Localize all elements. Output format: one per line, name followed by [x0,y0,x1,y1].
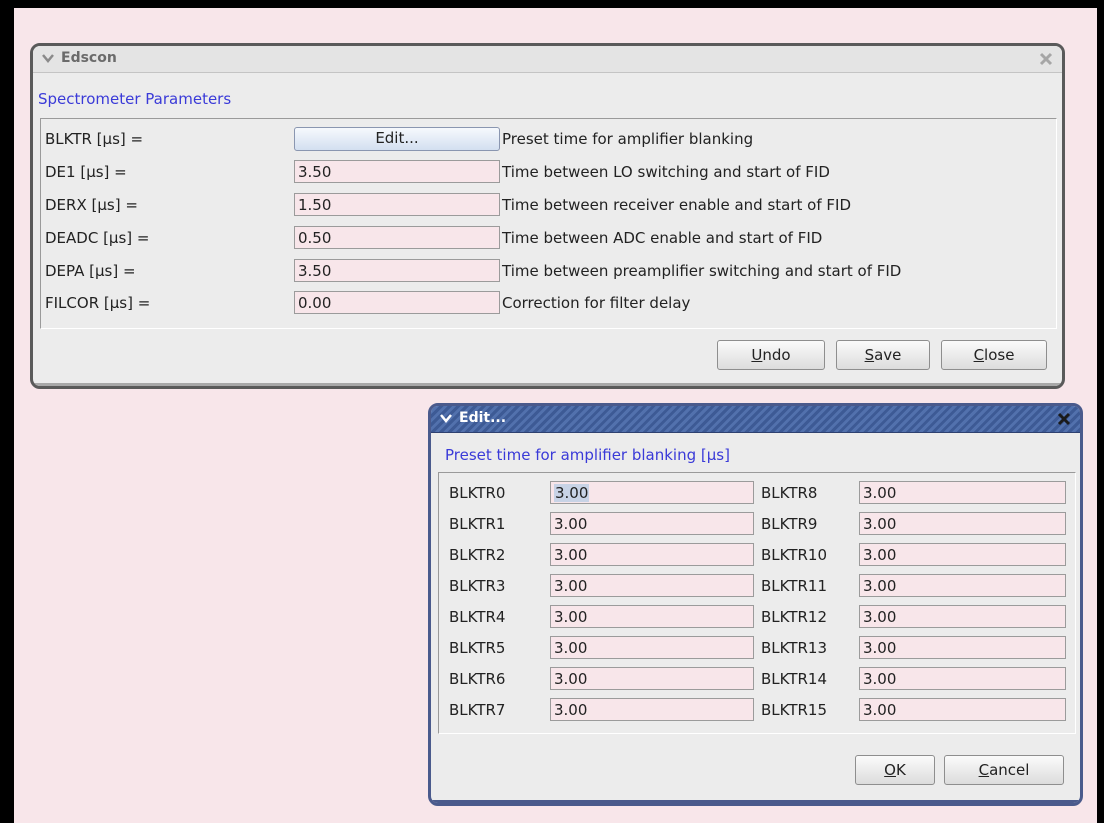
blktr-panel: BLKTR0 3.00 BLKTR1 3.00 BLKTR2 3.00 BLKT… [438,472,1076,734]
blktr11-field[interactable]: 3.00 [859,574,1066,597]
close-button[interactable]: Close [941,340,1047,370]
blktr2-field[interactable]: 3.00 [550,543,754,566]
blktr0-label: BLKTR0 [449,484,506,502]
blktr12-label: BLKTR12 [761,608,827,626]
ok-label: K [895,761,906,779]
blktr1-field[interactable]: 3.00 [550,512,754,535]
screen-frame-top [0,0,1104,8]
blktr5-field[interactable]: 3.00 [550,636,754,659]
blktr14-field[interactable]: 3.00 [859,667,1066,690]
section-title: Spectrometer Parameters [38,90,232,108]
chevron-down-icon[interactable] [439,411,453,425]
filcor-field[interactable]: 0.00 [294,291,500,314]
deadc-field[interactable]: 0.50 [294,226,500,249]
param-desc-de1: Time between LO switching and start of F… [502,163,830,181]
ok-button[interactable]: OK [855,755,935,785]
undo-button[interactable]: Undo [717,340,825,370]
edscon-title-bar[interactable]: Edscon [33,46,1062,73]
cancel-label: ancel [989,761,1030,779]
blktr4-label: BLKTR4 [449,608,506,626]
blktr11-label: BLKTR11 [761,577,827,595]
blktr10-label: BLKTR10 [761,546,827,564]
edit-dialog: Edit... Preset time for amplifier blanki… [428,403,1083,806]
undo-label: ndo [762,346,791,364]
close-icon[interactable] [1056,411,1072,427]
blktr6-label: BLKTR6 [449,670,506,688]
blktr10-field[interactable]: 3.00 [859,543,1066,566]
blktr12-field[interactable]: 3.00 [859,605,1066,628]
param-desc-derx: Time between receiver enable and start o… [502,196,851,214]
blktr7-label: BLKTR7 [449,701,506,719]
close-mnemonic: C [973,346,985,364]
parameters-panel: BLKTR [µs] = Edit... Preset time for amp… [40,118,1057,329]
screen-frame-left [0,0,14,823]
blktr6-field[interactable]: 3.00 [550,667,754,690]
param-label-depa: DEPA [µs] = [45,262,136,280]
cancel-mnemonic: C [978,761,990,779]
blktr14-label: BLKTR14 [761,670,827,688]
dialog-title: Edit... [459,410,507,426]
depa-field[interactable]: 3.50 [294,259,500,282]
derx-field[interactable]: 1.50 [294,193,500,216]
param-desc-blktr: Preset time for amplifier blanking [502,130,754,148]
param-label-de1: DE1 [µs] = [45,163,127,181]
blktr2-label: BLKTR2 [449,546,506,564]
close-label: lose [984,346,1015,364]
blktr0-field[interactable]: 3.00 [550,481,754,504]
blktr15-field[interactable]: 3.00 [859,698,1066,721]
edit-dialog-title-bar[interactable]: Edit... [431,406,1080,433]
blktr8-label: BLKTR8 [761,484,818,502]
selected-text: 3.00 [554,484,590,502]
blktr15-label: BLKTR15 [761,701,827,719]
edit-button[interactable]: Edit... [294,127,500,151]
param-desc-deadc: Time between ADC enable and start of FID [502,229,823,247]
window-title: Edscon [61,50,117,66]
blktr7-field[interactable]: 3.00 [550,698,754,721]
param-label-blktr: BLKTR [µs] = [45,130,144,148]
window-bottom-edge [33,383,1062,386]
save-button[interactable]: Save [836,340,930,370]
edscon-window: Edscon Spectrometer Parameters BLKTR [µs… [30,43,1065,389]
cancel-button[interactable]: Cancel [944,755,1064,785]
close-icon[interactable] [1038,51,1054,67]
blktr9-label: BLKTR9 [761,515,818,533]
ok-mnemonic: O [884,761,896,779]
param-label-derx: DERX [µs] = [45,196,138,214]
blktr3-field[interactable]: 3.00 [550,574,754,597]
screen-frame-right [1097,0,1104,823]
undo-mnemonic: U [751,346,763,364]
save-label: ave [874,346,902,364]
blktr5-label: BLKTR5 [449,639,506,657]
save-mnemonic: S [864,346,875,364]
param-label-deadc: DEADC [µs] = [45,229,150,247]
blktr3-label: BLKTR3 [449,577,506,595]
de1-field[interactable]: 3.50 [294,160,500,183]
param-desc-depa: Time between preamplifier switching and … [502,262,902,280]
blktr9-field[interactable]: 3.00 [859,512,1066,535]
param-desc-filcor: Correction for filter delay [502,294,691,312]
blktr4-field[interactable]: 3.00 [550,605,754,628]
blktr13-field[interactable]: 3.00 [859,636,1066,659]
chevron-down-icon[interactable] [41,51,55,65]
blktr13-label: BLKTR13 [761,639,827,657]
param-label-filcor: FILCOR [µs] = [45,294,151,312]
blktr8-field[interactable]: 3.00 [859,481,1066,504]
dialog-section-title: Preset time for amplifier blanking [µs] [445,446,730,464]
blktr1-label: BLKTR1 [449,515,506,533]
dialog-bottom-edge [431,800,1080,803]
